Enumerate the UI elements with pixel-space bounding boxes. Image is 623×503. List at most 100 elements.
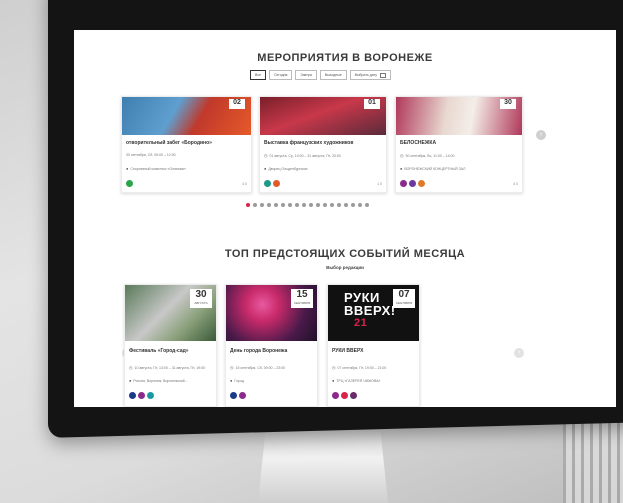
event-card[interactable]: 30 БЕЛОСНЕЖКА ◷ 30 сентября, Вс, 11:00 – … — [395, 96, 523, 193]
event-title[interactable]: Выставка французских художников — [264, 140, 353, 146]
calendar-icon — [380, 72, 387, 78]
top-events-section-title: ТОП ПРЕДСТОЯЩИХ СОБЫТИЙ МЕСЯЦА — [224, 248, 466, 260]
event-date-text: 30 сентября, Сб, 09:00 – 12:00 — [126, 153, 176, 157]
category-tag-icon — [341, 392, 348, 399]
location-pin-icon: ● — [129, 378, 132, 383]
event-tags — [230, 392, 246, 399]
top-event-card[interactable]: 15 СЕНТЯБРЯ День города Воронежа ◷ 15 сен… — [225, 284, 318, 407]
date-badge: 01 — [364, 99, 380, 109]
location-pin-icon: ● — [126, 166, 129, 171]
event-date: ◷ 10 августа, Пт, 13:00 – 31 августа, Пт,… — [129, 365, 205, 370]
clock-icon: ◷ — [129, 365, 133, 370]
pagination-dot[interactable] — [295, 203, 299, 207]
date-badge-day: 30 — [195, 289, 207, 300]
pagination-dot[interactable] — [246, 203, 250, 207]
event-place: ● Город — [230, 378, 244, 383]
pagination-dot[interactable] — [316, 203, 320, 207]
pagination-dot[interactable] — [267, 203, 271, 207]
event-title[interactable]: Фестиваль «Город-сад» — [129, 348, 189, 354]
event-tags — [332, 392, 357, 399]
event-place-text: ВОРОНЕЖСКИЙ КОНЦЕРТНЫЙ ЗАЛ — [404, 167, 466, 171]
date-badge-day: 30 — [504, 99, 512, 106]
event-title[interactable]: отворительный забег «Бородино» — [126, 140, 212, 146]
event-title[interactable]: День города Воронежа — [230, 348, 287, 354]
event-card[interactable]: 01 Выставка французских художников ◷ 01 а… — [259, 96, 387, 193]
event-place: ● Дворец Ольденбургских — [264, 166, 308, 171]
event-stats: 1 0 — [377, 182, 382, 186]
category-tag-icon — [126, 180, 133, 187]
pagination-dot[interactable] — [351, 203, 355, 207]
date-badge-day: 01 — [368, 99, 376, 106]
event-date-text: 10 августа, Пт, 13:00 – 31 августа, Пт, … — [134, 366, 206, 370]
pagination-dot[interactable] — [344, 203, 348, 207]
event-place: ● Спортивный комплекс «Олимпик» — [126, 166, 186, 171]
date-badge-month: СЕНТЯБРЯ — [395, 301, 413, 305]
date-badge: 07 СЕНТЯБРЯ — [393, 289, 415, 308]
event-date: 30 сентября, Сб, 09:00 – 12:00 — [126, 153, 176, 157]
location-pin-icon: ● — [400, 166, 403, 171]
monitor-stand — [258, 428, 388, 503]
pagination-dot[interactable] — [253, 203, 257, 207]
poster-text-line3: 21 — [354, 317, 368, 329]
event-stats: 4 0 — [513, 182, 518, 186]
event-place-text: Россия, Воронеж, Воронежский... — [133, 379, 188, 383]
date-badge-day: 15 — [296, 289, 308, 300]
event-card[interactable]: 02 отворительный забег «Бородино» 30 сен… — [121, 96, 252, 193]
pagination-dot[interactable] — [337, 203, 341, 207]
event-date: ◷ 15 сентября, Сб, 09:00 – 23:00 — [230, 365, 285, 370]
pagination-dot[interactable] — [288, 203, 292, 207]
pagination-dot[interactable] — [323, 203, 327, 207]
event-tags — [129, 392, 154, 399]
top-event-card[interactable]: РУКИ ВВЕРХ! 21 07 СЕНТЯБРЯ РУКИ ВВЕРХ ◷ 0… — [327, 284, 420, 407]
filter-today-button[interactable]: Сегодня — [269, 70, 293, 80]
event-title[interactable]: РУКИ ВВЕРХ — [332, 348, 363, 354]
category-tag-icon — [264, 180, 271, 187]
event-tags — [264, 180, 280, 187]
event-place-text: Спортивный комплекс «Олимпик» — [130, 167, 186, 171]
pagination-dot[interactable] — [358, 203, 362, 207]
date-filter-bar: Все Сегодня Завтра Выходные Выбрать дату — [250, 70, 392, 80]
filter-weekend-button[interactable]: Выходные — [319, 70, 347, 80]
event-date: ◷ 07 сентября, Пт, 19:00 – 21:00 — [332, 365, 386, 370]
pagination-dot[interactable] — [330, 203, 334, 207]
category-tag-icon — [230, 392, 237, 399]
filter-tomorrow-button[interactable]: Завтра — [295, 70, 317, 80]
date-badge-day: 07 — [398, 289, 410, 300]
category-tag-icon — [418, 180, 425, 187]
event-title[interactable]: БЕЛОСНЕЖКА — [400, 140, 436, 146]
category-tag-icon — [350, 392, 357, 399]
pagination-dot[interactable] — [365, 203, 369, 207]
filter-pick-date-button[interactable]: Выбрать дату — [349, 70, 392, 80]
pagination-dot[interactable] — [309, 203, 313, 207]
pagination-dot[interactable] — [274, 203, 278, 207]
carousel-next-arrow-icon[interactable]: › — [536, 130, 546, 140]
pagination-dot[interactable] — [260, 203, 264, 207]
location-pin-icon: ● — [264, 166, 267, 171]
event-place-text: Город — [234, 379, 244, 383]
monitor-screen: МЕРОПРИЯТИЯ В ВОРОНЕЖЕ Все Сегодня Завтр… — [74, 30, 616, 407]
poster-text: РУКИ ВВЕРХ! 21 — [344, 291, 396, 330]
event-stats: 4 0 — [242, 182, 247, 186]
event-place-text: Дворец Ольденбургских — [268, 167, 308, 171]
clock-icon: ◷ — [264, 153, 268, 158]
event-date-text: 15 сентября, Сб, 09:00 – 23:00 — [235, 366, 286, 370]
carousel-next-arrow-icon[interactable]: › — [514, 348, 524, 358]
top-event-card[interactable]: 30 АВГУСТА Фестиваль «Город-сад» ◷ 10 авг… — [124, 284, 217, 407]
event-place-text: ТРЦ «ГАЛЕРЕЯ ЧИЖОВА» — [336, 379, 381, 383]
event-tags — [126, 180, 133, 187]
event-place: ● ТРЦ «ГАЛЕРЕЯ ЧИЖОВА» — [332, 378, 381, 383]
pagination-dot[interactable] — [302, 203, 306, 207]
category-tag-icon — [147, 392, 154, 399]
category-tag-icon — [239, 392, 246, 399]
clock-icon: ◷ — [230, 365, 234, 370]
date-badge: 30 — [500, 99, 516, 109]
top-events-carousel: 30 АВГУСТА Фестиваль «Город-сад» ◷ 10 авг… — [124, 284, 424, 407]
category-tag-icon — [409, 180, 416, 187]
location-pin-icon: ● — [332, 378, 335, 383]
filter-all-button[interactable]: Все — [250, 70, 267, 80]
date-badge: 30 АВГУСТА — [190, 289, 212, 308]
date-badge: 15 СЕНТЯБРЯ — [291, 289, 313, 308]
pagination-dot[interactable] — [281, 203, 285, 207]
carousel-pagination — [246, 203, 369, 207]
event-tags — [400, 180, 425, 187]
